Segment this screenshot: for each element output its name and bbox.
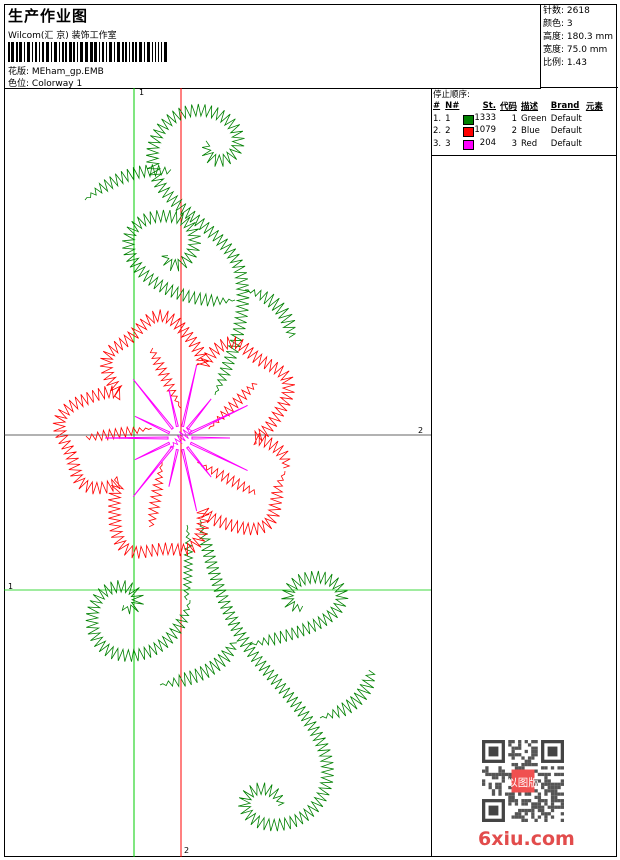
company-name: Wilcom(汇 京) 装饰工作室 xyxy=(8,31,117,41)
row-element xyxy=(584,138,605,151)
flower-center-spike xyxy=(168,389,179,428)
flower-center-spike xyxy=(104,436,169,440)
color-swatch xyxy=(463,139,475,150)
row-stitches: 1079 xyxy=(461,125,498,138)
row-stitches: 204 xyxy=(461,138,498,151)
leaf-bottom-right xyxy=(319,669,376,719)
marker-h1: 1 xyxy=(8,582,14,591)
row-number: 2 xyxy=(445,126,451,137)
color-swatch xyxy=(463,114,475,125)
col-stitches: St. xyxy=(482,101,497,112)
embroidery-stitches xyxy=(52,103,376,832)
vine-bottom xyxy=(198,519,334,832)
leaf-bottom-center xyxy=(159,642,237,688)
table-row: 3. 3 204 3 Red Default xyxy=(431,138,605,151)
stop-sequence-panel: 停止顺序: # N# St. 代码 描述 Brand 元素 1. 1 1333 … xyxy=(431,88,617,156)
row-description: Red xyxy=(521,138,538,149)
row-code: 3 xyxy=(511,138,518,149)
col-element: 元素 xyxy=(585,102,603,113)
petal-inner-line xyxy=(208,383,258,430)
col-brand: Brand xyxy=(550,101,580,112)
vine-bottom-right-spiral xyxy=(249,570,349,647)
barcode xyxy=(8,42,169,62)
row-element xyxy=(584,113,605,126)
petal-inner-line xyxy=(197,462,256,495)
vine-left-spiral xyxy=(122,209,236,308)
production-worksheet: 生产作业图 Wilcom(汇 京) 装饰工作室 花版: MEham_gp.EMB… xyxy=(0,0,620,860)
design-height: 高度: 180.3 mm xyxy=(543,32,614,42)
row-stitches: 1333 xyxy=(461,113,498,126)
marker-h2: 2 xyxy=(418,426,424,435)
row-code: 2 xyxy=(511,126,518,137)
vine-bottom-left-spiral xyxy=(85,580,191,662)
flower-center-spike xyxy=(185,446,212,478)
col-code: 代码 xyxy=(500,102,518,113)
stem-center xyxy=(182,524,194,601)
flower-center-spike xyxy=(181,364,198,428)
table-header: # N# St. 代码 描述 Brand 元素 xyxy=(431,100,605,113)
stop-sequence-title: 停止顺序: xyxy=(433,90,470,100)
stitch-count: 1079 xyxy=(474,125,497,136)
row-index: 2. xyxy=(433,126,442,137)
flower-outline xyxy=(52,309,296,559)
marker-v1: 1 xyxy=(139,88,145,97)
row-description: Blue xyxy=(521,126,540,137)
col-description: 描述 xyxy=(521,102,539,113)
watermark-logo: 6xiu.com xyxy=(478,828,575,850)
flower-center-spike xyxy=(185,398,212,430)
row-element xyxy=(584,125,605,138)
row-code: 1 xyxy=(511,113,518,124)
flower-center-spike xyxy=(181,448,198,512)
stitch-count: 1333 xyxy=(474,112,497,123)
flower-center-spike xyxy=(132,379,175,430)
svg-text:以图版: 以图版 xyxy=(507,776,539,789)
design-stats: 针数: 2618 颜色: 3 高度: 180.3 mm 宽度: 75.0 mm … xyxy=(540,4,618,88)
stop-sequence-table: # N# St. 代码 描述 Brand 元素 1. 1 1333 1 Gree… xyxy=(431,100,605,150)
stitch-count: 204 xyxy=(479,137,497,148)
color-swatch xyxy=(463,127,475,138)
page-title: 生产作业图 xyxy=(8,7,89,25)
table-row: 2. 2 1079 2 Blue Default xyxy=(431,125,605,138)
table-row: 1. 1 1333 1 Green Default xyxy=(431,113,605,126)
marker-v2: 2 xyxy=(184,846,190,855)
col-index: # xyxy=(433,101,441,112)
row-index: 3. xyxy=(433,138,442,149)
row-brand: Default xyxy=(550,138,582,149)
row-number: 3 xyxy=(445,138,451,149)
stitch-count: 针数: 2618 xyxy=(543,6,590,16)
flower-center-spike xyxy=(168,448,179,487)
petal-inner-line xyxy=(149,347,181,409)
col-number: N# xyxy=(445,101,460,112)
header: 生产作业图 Wilcom(汇 京) 装饰工作室 花版: MEham_gp.EMB… xyxy=(4,4,541,89)
petal-inner-line xyxy=(147,461,164,528)
row-description: Green xyxy=(521,113,547,124)
row-brand: Default xyxy=(550,126,582,137)
color-count: 颜色: 3 xyxy=(543,19,573,29)
flower-center-spike xyxy=(189,405,248,435)
flower-center-spike xyxy=(191,436,231,440)
row-brand: Default xyxy=(550,113,582,124)
embroidery-canvas xyxy=(4,88,431,857)
design-scale: 比例: 1.43 xyxy=(543,58,587,68)
design-width: 宽度: 75.0 mm xyxy=(543,45,608,55)
leaf-right-upper xyxy=(244,289,297,339)
qr-code: 以图版 xyxy=(482,740,564,822)
flower-center-spike xyxy=(189,441,248,471)
design-preview: 1 2 1 2 xyxy=(4,88,432,857)
row-index: 1. xyxy=(433,113,442,124)
flower-center-spike xyxy=(132,446,175,497)
row-number: 1 xyxy=(445,113,451,124)
